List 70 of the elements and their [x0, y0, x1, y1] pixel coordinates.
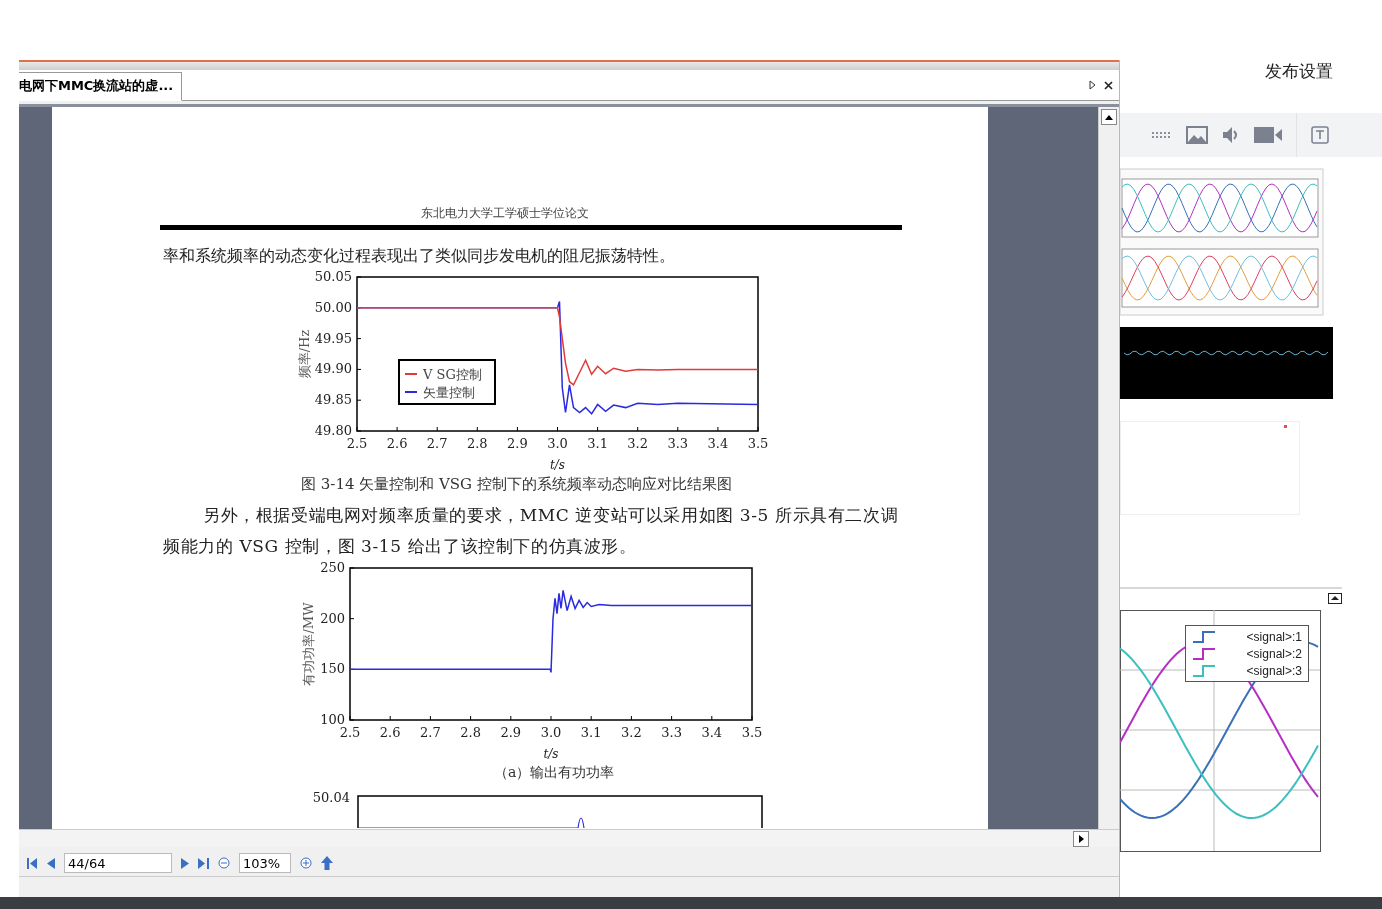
running-header: 东北电力大学工学硕士学位论文: [420, 205, 590, 222]
x-tick-label: 3.4: [707, 436, 729, 451]
partial-chart-drawing: 50.04: [310, 788, 766, 828]
x-tick-label: 2.8: [466, 436, 488, 451]
x-tick-label: 2.6: [379, 725, 401, 740]
y-tick-label: 50.05: [314, 271, 352, 284]
legend-label: 矢量控制: [423, 385, 475, 400]
speaker-icon[interactable]: [1222, 126, 1240, 144]
y-axis-label: 有功功率/MW: [301, 602, 316, 686]
previous-page-icon[interactable]: [47, 857, 55, 869]
x-tick-label: 3.1: [587, 436, 608, 451]
y-tick-label: 49.80: [314, 423, 352, 438]
legend-label: V SG控制: [423, 367, 482, 382]
y-tick-label: 49.85: [314, 392, 352, 408]
first-page-icon[interactable]: [27, 857, 38, 869]
x-tick-label: 3.5: [741, 725, 763, 740]
y-tick-label: 49.90: [314, 361, 352, 377]
body-text: 率和系统频率的动态变化过程表现出了类似同步发电机的阻尼振荡特性。: [163, 245, 676, 267]
triangle-up-icon: [1105, 114, 1113, 120]
scroll-right-button[interactable]: [1073, 830, 1089, 847]
x-tick-label: 3.2: [621, 725, 642, 740]
scroll-up-button[interactable]: [1101, 109, 1117, 125]
x-tick-label: 2.7: [426, 436, 448, 451]
zoom-out-icon[interactable]: [218, 857, 230, 869]
x-tick-label: 3.0: [540, 725, 562, 740]
x-tick-label: 3.3: [661, 725, 682, 740]
x-tick-label: 2.9: [507, 436, 528, 451]
y-tick-label: 50.00: [314, 299, 352, 315]
x-tick-label: 3.4: [701, 725, 723, 740]
next-page-icon[interactable]: [181, 857, 189, 869]
x-tick-label: 2.5: [346, 436, 368, 451]
restore-icon[interactable]: [1328, 593, 1342, 604]
x-tick-label: 2.7: [420, 725, 441, 740]
y-tick-label: 250: [320, 562, 345, 575]
arrow-up-icon[interactable]: [321, 856, 333, 870]
y-tick-label: 49.95: [314, 330, 352, 346]
triangle-right-icon[interactable]: [1089, 80, 1096, 90]
text-box-icon[interactable]: [1311, 126, 1329, 144]
y-tick-label: 150: [320, 661, 345, 677]
page-number-field[interactable]: 44/64: [64, 853, 172, 873]
x-tick-label: 3.1: [580, 725, 602, 740]
x-tick-label: 3.0: [547, 436, 568, 451]
y-tick-label: 200: [320, 610, 345, 626]
y-tick-label: 100: [320, 712, 345, 727]
last-page-icon[interactable]: [198, 857, 209, 869]
x-axis-label: t/s: [550, 458, 565, 472]
image-icon[interactable]: [1186, 126, 1208, 144]
x-tick-label: 3.2: [627, 436, 649, 451]
legend-label: <signal>:3: [1246, 663, 1302, 678]
triangle-right-icon: [1078, 834, 1084, 843]
document-tab[interactable]: 电网下MMC换流站的虚...: [19, 72, 183, 101]
x-tick-label: 2.9: [500, 725, 522, 740]
x-axis-label: t/s: [543, 747, 559, 761]
legend-label: <signal>:1: [1246, 629, 1302, 644]
video-camera-icon[interactable]: [1254, 127, 1282, 143]
x-tick-label: 3.3: [667, 436, 689, 451]
y-axis-label: 频率/Hz: [297, 329, 312, 379]
x-tick-label: 2.6: [386, 436, 408, 451]
subfigure-caption: （a）输出有功功率: [494, 764, 616, 782]
zoom-field[interactable]: 103%: [239, 853, 291, 873]
x-tick-label: 3.5: [747, 436, 769, 451]
dotted-grid-icon[interactable]: [1152, 132, 1172, 138]
zoom-in-icon[interactable]: [300, 857, 312, 869]
figure-caption: 图 3-14 矢量控制和 VSG 控制下的系统频率动态响应对比结果图: [301, 475, 733, 494]
close-icon[interactable]: [1104, 80, 1113, 90]
panel-title: 发布设置: [1265, 60, 1334, 83]
x-tick-label: 2.8: [460, 725, 481, 740]
legend-label: <signal>:2: [1246, 646, 1302, 661]
x-tick-label: 2.5: [339, 725, 361, 740]
body-text: 另外，根据受端电网对频率质量的要求，MMC 逆变站可以采用如图 3-5 所示具有二次调频能力的 VSG 控制，图 3-15 给出了该控制下的仿真波形。: [163, 504, 900, 558]
